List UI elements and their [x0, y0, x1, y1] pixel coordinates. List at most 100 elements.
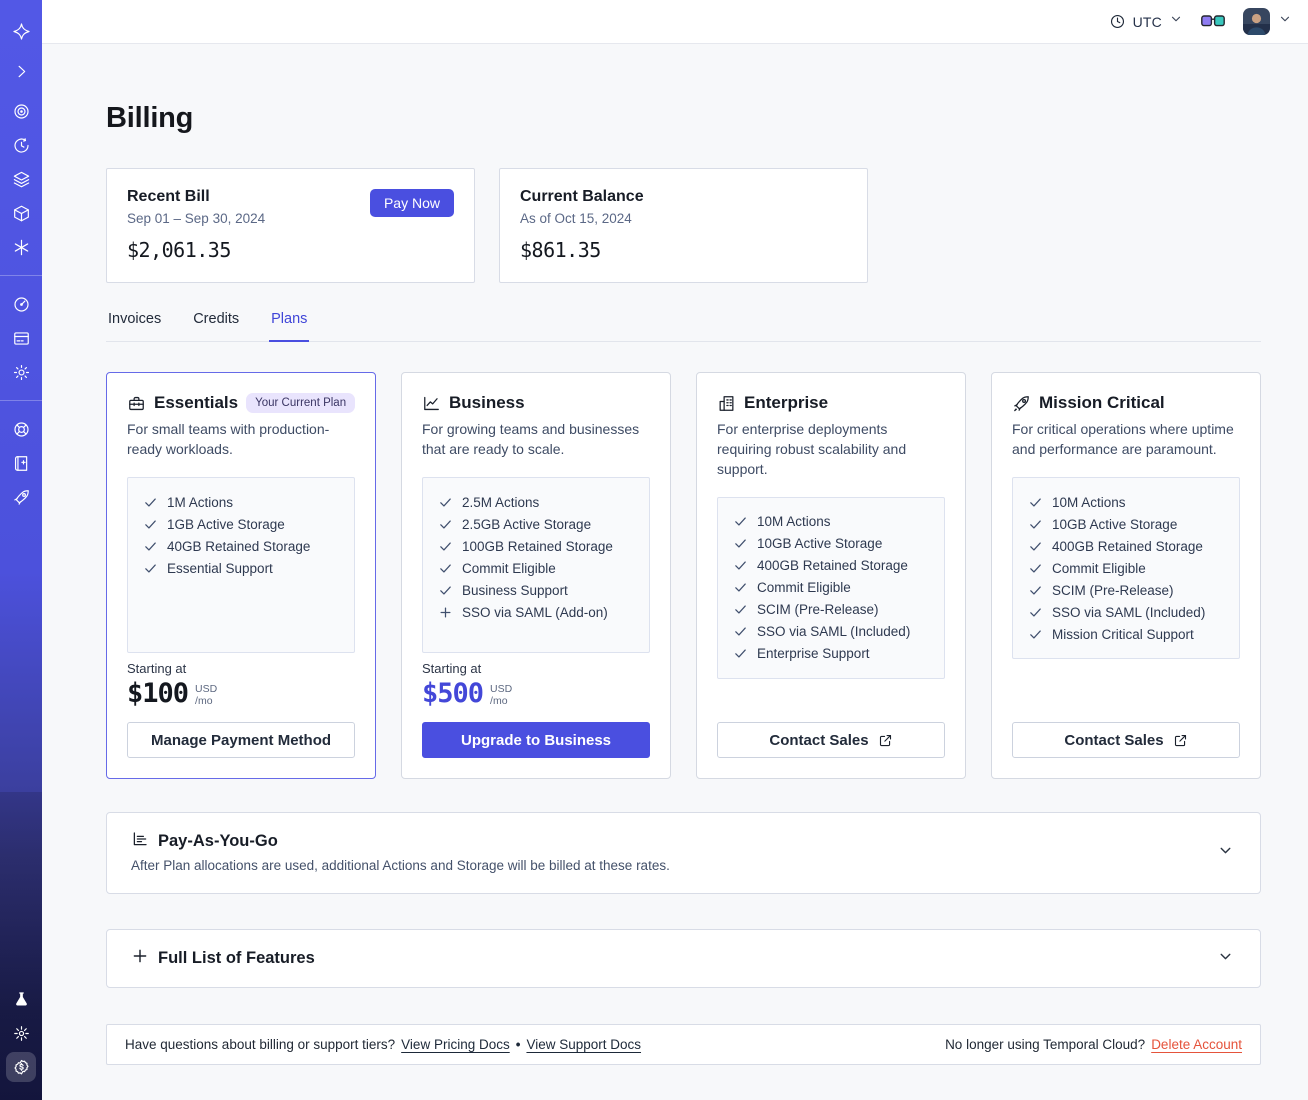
- chart-icon: [422, 394, 441, 413]
- plan-name: Business: [449, 393, 525, 412]
- manage-payment-button[interactable]: Manage Payment Method: [127, 722, 355, 758]
- getting-started-icon[interactable]: [6, 482, 36, 512]
- feature-item: 10GB Active Storage: [733, 533, 929, 555]
- batch-icon[interactable]: [6, 232, 36, 262]
- feature-text: Commit Eligible: [1052, 560, 1146, 576]
- view-support-docs-link[interactable]: View Support Docs: [526, 1037, 641, 1052]
- feature-text: Business Support: [462, 582, 568, 598]
- price-amount: $100: [127, 678, 189, 710]
- full-features-title: Full List of Features: [158, 949, 315, 967]
- pay-now-button[interactable]: Pay Now: [369, 189, 454, 217]
- feature-text: 400GB Retained Storage: [757, 558, 908, 574]
- price-amount: $500: [422, 678, 484, 710]
- plans-row: Essentials Your Current Plan For small t…: [106, 372, 1261, 779]
- feature-item: 400GB Retained Storage: [1028, 535, 1224, 557]
- feature-text: SCIM (Pre-Release): [757, 602, 879, 618]
- contact-sales-button[interactable]: Contact Sales: [717, 722, 945, 758]
- price-currency: USD: [490, 683, 513, 696]
- check-icon: [733, 646, 748, 661]
- current-balance-date: As of Oct 15, 2024: [520, 211, 632, 226]
- feature-item: 400GB Retained Storage: [733, 555, 929, 577]
- namespaces-icon[interactable]: [6, 96, 36, 126]
- check-icon: [733, 580, 748, 595]
- full-features-panel[interactable]: Full List of Features: [106, 929, 1261, 988]
- price-prefix: Starting at: [422, 661, 482, 677]
- check-icon: [143, 517, 158, 532]
- check-icon: [438, 583, 453, 598]
- plan-description: For small teams with production-ready wo…: [127, 421, 330, 457]
- account-menu[interactable]: [1243, 8, 1292, 35]
- plan-card-essentials: Essentials Your Current Plan For small t…: [106, 372, 376, 779]
- plus-icon: [438, 605, 453, 620]
- timezone-selector[interactable]: UTC: [1109, 12, 1183, 31]
- usage-icon[interactable]: [6, 289, 36, 319]
- feature-item: 1GB Active Storage: [143, 513, 339, 535]
- nexus-icon[interactable]: [6, 198, 36, 228]
- invoices-icon[interactable]: [6, 323, 36, 353]
- feature-text: 2.5M Actions: [462, 494, 540, 510]
- theme-icon[interactable]: [6, 1018, 36, 1048]
- docs-icon[interactable]: [6, 448, 36, 478]
- feature-text: Essential Support: [167, 560, 273, 576]
- main-content: Billing Recent Bill Sep 01 – Sep 30, 202…: [42, 44, 1308, 1065]
- plan-features-box: 10M Actions 10GB Active Storage 400GB Reta…: [1012, 477, 1240, 659]
- tab-credits[interactable]: Credits: [191, 311, 241, 342]
- feature-item: Mission Critical Support: [1028, 623, 1224, 645]
- tab-invoices[interactable]: Invoices: [106, 311, 163, 342]
- current-balance-amount: $861.35: [520, 238, 601, 262]
- feature-item: Commit Eligible: [1028, 557, 1224, 579]
- glasses-icon[interactable]: [1201, 14, 1225, 29]
- schedules-icon[interactable]: [6, 130, 36, 160]
- chevron-down-icon: [1278, 12, 1292, 31]
- timezone-label: UTC: [1132, 13, 1162, 30]
- feature-item: SSO via SAML (Add-on): [438, 601, 634, 623]
- temporal-logo-icon[interactable]: [6, 16, 36, 46]
- plan-features-box: 10M Actions 10GB Active Storage 400GB Reta…: [717, 496, 945, 679]
- tab-plans[interactable]: Plans: [269, 311, 310, 342]
- check-icon: [143, 495, 158, 510]
- pay-as-you-go-panel[interactable]: Pay-As-You-Go After Plan allocations are…: [106, 812, 1261, 894]
- external-link-icon: [878, 733, 893, 748]
- plan-name: Mission Critical: [1039, 393, 1165, 412]
- feature-text: SCIM (Pre-Release): [1052, 582, 1174, 598]
- expand-icon[interactable]: [6, 56, 36, 86]
- price-period: /mo: [195, 695, 213, 708]
- chevron-down-icon[interactable]: [1217, 842, 1234, 864]
- feature-text: SSO via SAML (Included): [757, 624, 911, 640]
- feature-item: SSO via SAML (Included): [1028, 601, 1224, 623]
- feature-item: 40GB Retained Storage: [143, 535, 339, 557]
- page-title: Billing: [106, 102, 194, 134]
- feature-item: 100GB Retained Storage: [438, 535, 634, 557]
- feature-item: Commit Eligible: [438, 557, 634, 579]
- upgrade-business-button[interactable]: Upgrade to Business: [422, 722, 650, 758]
- feature-text: 400GB Retained Storage: [1052, 538, 1203, 554]
- support-icon[interactable]: [6, 414, 36, 444]
- delete-account-link[interactable]: Delete Account: [1151, 1037, 1242, 1052]
- chevron-down-icon[interactable]: [1217, 948, 1234, 970]
- check-icon: [438, 517, 453, 532]
- feature-text: SSO via SAML (Add-on): [462, 604, 608, 620]
- check-icon: [1028, 605, 1043, 620]
- sidebar: [0, 0, 42, 1100]
- check-icon: [438, 495, 453, 510]
- contact-sales-button[interactable]: Contact Sales: [1012, 722, 1240, 758]
- sidebar-divider: [0, 275, 42, 276]
- view-pricing-docs-link[interactable]: View Pricing Docs: [401, 1037, 510, 1052]
- deployments-icon[interactable]: [6, 164, 36, 194]
- current-balance-card: Current Balance As of Oct 15, 2024 $861.…: [499, 168, 868, 283]
- feature-item: 2.5M Actions: [438, 491, 634, 513]
- plan-pricing: Starting at $500 USD /mo: [422, 661, 650, 722]
- footer-question: Have questions about billing or support …: [125, 1037, 396, 1052]
- settings-icon[interactable]: [6, 357, 36, 387]
- labs-icon[interactable]: [6, 984, 36, 1014]
- plan-description: For enterprise deployments requiring rob…: [717, 421, 907, 477]
- feature-item: 2.5GB Active Storage: [438, 513, 634, 535]
- billing-icon[interactable]: [6, 1052, 36, 1082]
- feature-text: 1GB Active Storage: [167, 516, 285, 532]
- price-prefix: Starting at: [127, 661, 187, 677]
- check-icon: [438, 539, 453, 554]
- plus-icon: [131, 947, 149, 970]
- check-icon: [733, 536, 748, 551]
- feature-text: Mission Critical Support: [1052, 626, 1194, 642]
- check-icon: [1028, 583, 1043, 598]
